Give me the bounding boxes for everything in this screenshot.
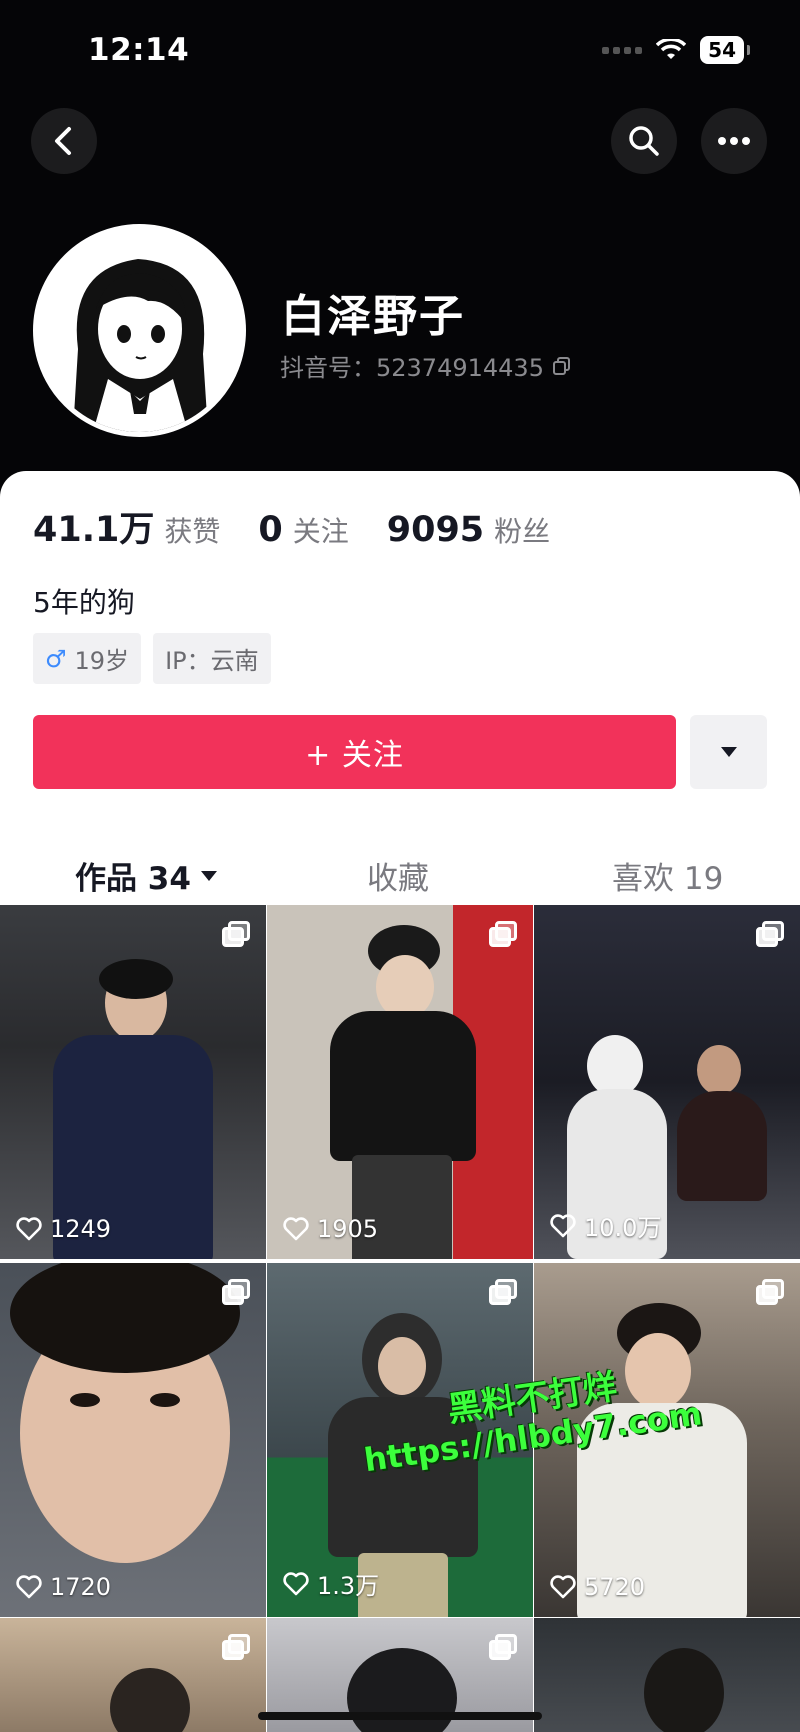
- tab-works[interactable]: 作品 34: [75, 853, 217, 898]
- post-likes: 1249: [16, 1215, 111, 1243]
- likes-label: 获赞: [164, 515, 221, 548]
- multi-image-icon: [756, 921, 786, 947]
- heart-icon: [283, 1571, 309, 1595]
- heart-icon: [16, 1217, 42, 1241]
- post-photo: [0, 1263, 266, 1617]
- post-likes-count: 1249: [50, 1215, 112, 1243]
- caret-down-icon: [720, 747, 737, 757]
- post-likes-count: 1720: [50, 1573, 112, 1601]
- age-tag: ♂ 19岁: [33, 633, 142, 684]
- profile-stats: 41.1万 获赞 0 关注 9095 粉丝: [33, 501, 588, 552]
- profile-tags: ♂ 19岁 IP：云南: [33, 633, 271, 684]
- post-likes-count: 5720: [584, 1573, 646, 1601]
- post-likes: 5720: [550, 1573, 645, 1601]
- post-thumbnail[interactable]: [534, 1618, 800, 1732]
- home-indicator[interactable]: [258, 1712, 542, 1720]
- avatar[interactable]: [33, 224, 246, 437]
- following-label[interactable]: 关注: [293, 510, 349, 550]
- recommend-dropdown-button[interactable]: [690, 715, 767, 789]
- username: 白泽野子: [281, 291, 465, 342]
- battery-indicator: 54: [700, 36, 750, 64]
- heart-icon: [550, 1575, 576, 1599]
- multi-image-icon: [489, 921, 519, 947]
- ip-text: IP：云南: [165, 647, 259, 675]
- search-button[interactable]: [611, 108, 677, 174]
- status-icons: 54: [602, 36, 750, 64]
- multi-image-icon: [489, 1279, 519, 1305]
- post-photo: [557, 1303, 777, 1617]
- post-likes-count: 1.3万: [317, 1572, 380, 1600]
- followers-label[interactable]: 粉丝: [494, 510, 550, 550]
- post-likes: 1720: [16, 1573, 111, 1601]
- status-time: 12:14: [88, 32, 190, 68]
- post-likes-count: 1905: [317, 1215, 379, 1243]
- bio: 5年的狗: [33, 586, 135, 619]
- douyin-id[interactable]: 抖音号：52374914435: [280, 348, 572, 383]
- tab-favorites[interactable]: 收藏: [367, 853, 429, 898]
- age-text: 19岁: [74, 647, 130, 675]
- follow-button[interactable]: + 关注: [33, 715, 676, 789]
- douyin-id-text: 抖音号：52374914435: [280, 354, 544, 382]
- tab-likes-label: 喜欢 19: [612, 861, 724, 897]
- post-photo: [110, 1668, 190, 1732]
- multi-image-icon: [222, 1634, 252, 1660]
- post-thumbnail[interactable]: 1905: [267, 905, 533, 1259]
- chevron-left-icon: [55, 127, 71, 155]
- more-icon: [718, 137, 750, 145]
- tab-favorites-label: 收藏: [367, 861, 429, 897]
- following-count[interactable]: 0: [258, 510, 282, 550]
- signal-icon: [602, 46, 643, 54]
- heart-icon: [16, 1575, 42, 1599]
- wifi-icon: [656, 39, 687, 59]
- likes-count: 41.1万: [33, 510, 155, 550]
- post-likes-count: 10.0万: [584, 1214, 662, 1242]
- copy-icon[interactable]: [552, 356, 572, 376]
- post-thumbnail[interactable]: [0, 1618, 266, 1732]
- posts-grid: 1249 1905 10.0万 1720 1.3万 5720: [0, 905, 800, 1617]
- tab-works-label: 作品 34: [75, 861, 191, 897]
- ip-tag: IP：云南: [153, 633, 271, 684]
- multi-image-icon: [489, 1634, 519, 1660]
- post-thumbnail[interactable]: 1249: [0, 905, 266, 1259]
- male-icon: ♂: [45, 644, 67, 673]
- back-button[interactable]: [31, 108, 97, 174]
- caret-down-icon: [200, 870, 217, 881]
- avatar-illustration: [38, 229, 241, 432]
- multi-image-icon: [222, 1279, 252, 1305]
- multi-image-icon: [756, 1279, 786, 1305]
- heart-icon: [550, 1213, 576, 1237]
- post-photo: [300, 925, 500, 1259]
- post-photo: [644, 1648, 724, 1732]
- post-likes: 10.0万: [550, 1208, 661, 1243]
- post-thumbnail[interactable]: 10.0万: [534, 905, 800, 1259]
- post-likes: 1905: [283, 1215, 378, 1243]
- followers-count[interactable]: 9095: [387, 510, 484, 550]
- post-thumbnail[interactable]: 1720: [0, 1263, 266, 1617]
- search-icon: [629, 126, 659, 156]
- post-likes: 1.3万: [283, 1566, 379, 1601]
- multi-image-icon: [222, 921, 252, 947]
- profile-header: 12:14 54 白泽野子 抖音号：52374914435: [0, 0, 800, 500]
- heart-icon: [283, 1217, 309, 1241]
- more-button[interactable]: [701, 108, 767, 174]
- tab-likes[interactable]: 喜欢 19: [612, 853, 723, 898]
